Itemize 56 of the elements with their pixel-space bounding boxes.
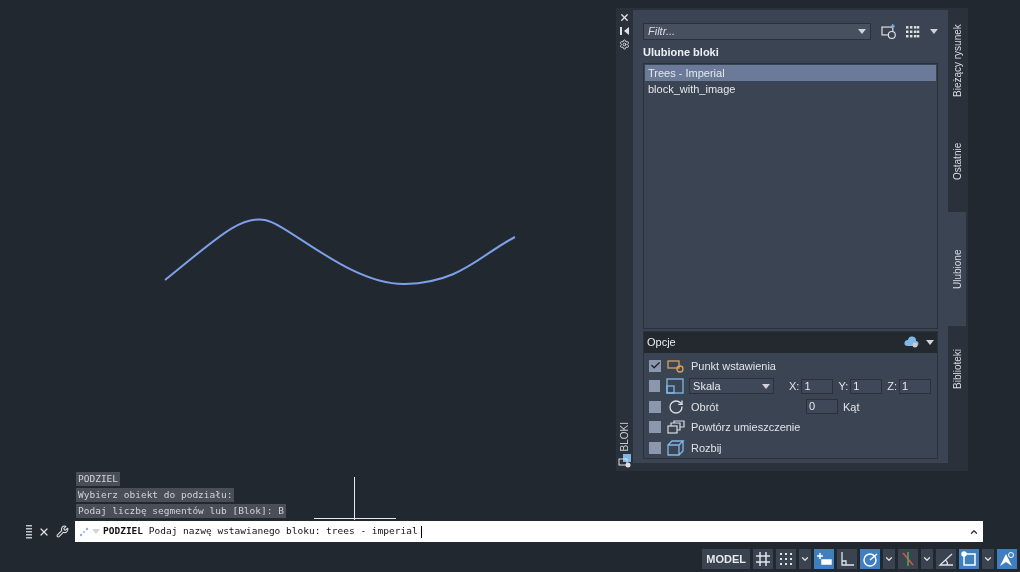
option-label: Rozbij [691,440,722,456]
figure-toggle[interactable] [997,549,1017,569]
blocks-icon[interactable] [617,454,632,468]
block-point-icon [667,358,685,373]
input-field[interactable]: 1 [850,378,883,394]
angle-toggle[interactable] [936,549,956,569]
close-icon[interactable] [619,12,630,23]
option-label: Punkt wstawienia [691,358,776,374]
wrench-icon[interactable] [56,525,69,538]
palette-tab[interactable]: Ulubione [948,212,966,326]
option-label: Powtórz umieszczenie [691,420,801,435]
rectangle-toggle[interactable] [959,549,979,569]
checkbox[interactable] [649,380,661,393]
pin-icon[interactable] [619,26,630,36]
caret-icon [762,383,770,389]
circle-arrow-toggle[interactable] [860,549,880,569]
dots-toggle[interactable] [776,549,796,569]
angle-field[interactable]: 0 [806,399,838,415]
repeat-icon [667,420,685,435]
model-button[interactable]: MODEL [702,549,750,569]
cloud-gear-icon[interactable] [904,336,920,348]
sparkle-icon [79,526,89,537]
scale-icon [665,378,684,395]
monitor-clock-icon[interactable] [880,24,897,39]
block-item[interactable]: Trees - Imperial [645,64,936,81]
checkbox[interactable] [649,421,661,434]
option-label: Obrót [691,399,720,415]
axis-label: Z: [887,379,897,394]
grid-view-icon[interactable] [906,25,921,38]
cube-icon [667,439,685,456]
angle-label: Kąt [843,399,860,415]
scale-dropdown[interactable]: Skala [689,378,774,395]
section-title: Ulubione bloki [643,45,720,60]
caret-icon [857,29,866,34]
plus-bar-toggle[interactable] [814,549,834,569]
settings-icon[interactable] [619,39,630,50]
command-text: PODZIEL Podaj nazwę wstawianego bloku: trees - imperial [103,524,418,539]
options-title: Opcje [647,334,676,350]
palette-title: BLOKI [618,421,631,451]
checkbox[interactable] [649,441,661,454]
grip-icon[interactable] [26,524,32,539]
caret-icon [930,29,938,34]
filter-field[interactable]: Filtr... [643,23,871,40]
caret-icon [926,339,934,345]
axis-label: Y: [838,379,849,394]
crossed-lines-toggle[interactable] [898,549,918,569]
input-field[interactable]: 1 [899,378,931,394]
grid-toggle[interactable] [753,549,773,569]
input-field[interactable]: 1 [801,378,834,394]
corner-toggle[interactable] [837,549,857,569]
checkbox[interactable] [649,359,661,372]
rotate-icon [668,398,684,415]
caret-icon [92,529,100,534]
block-item[interactable]: block_with_image [645,80,936,97]
checkbox[interactable] [649,400,661,413]
axis-label: X: [789,379,800,394]
